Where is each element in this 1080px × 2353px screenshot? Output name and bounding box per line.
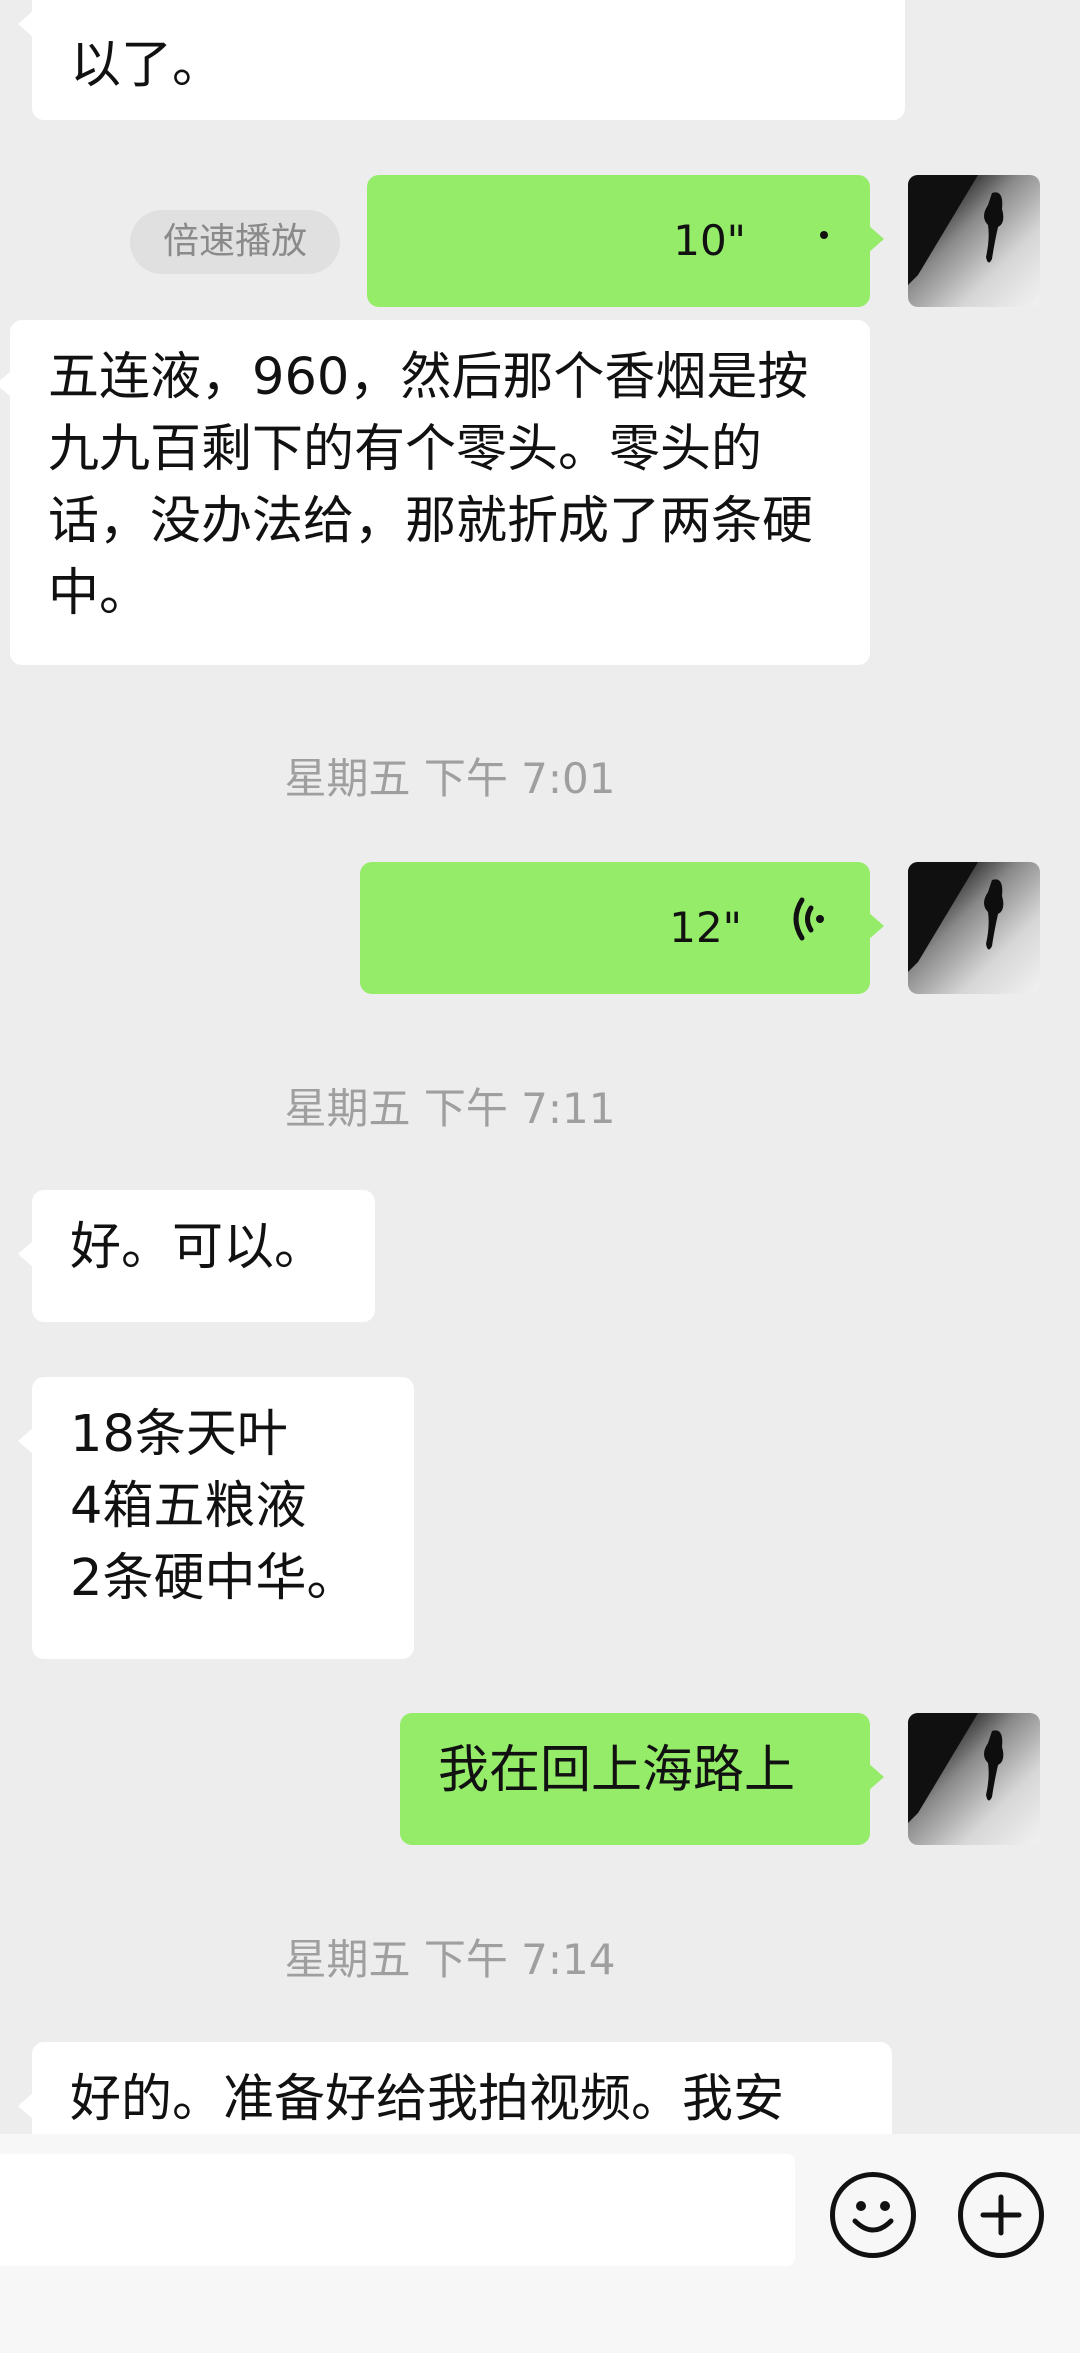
voice-duration: 10" [673,216,746,265]
speed-play-button[interactable]: 倍速播放 [130,210,340,274]
voice-wave-icon [792,205,832,277]
avatar-self[interactable] [908,175,1040,307]
message-line: 2条硬中华。 [70,1549,358,1608]
timestamp-text: 星期五 下午 7:11 [284,1084,616,1133]
voice-wave-icon [788,892,832,964]
smile-face-icon[interactable] [830,2172,916,2258]
message-bubble-incoming[interactable]: 五连液，960，然后那个香烟是按九九百剩下的有个零头。零头的话，没办法给，那就折… [0,320,870,665]
plus-circle-icon[interactable] [958,2172,1044,2258]
message-bubble-incoming[interactable]: 18条天叶 4箱五粮液 2条硬中华。 [18,1377,414,1659]
message-text: 五连液，960，然后那个香烟是按九九百剩下的有个零头。零头的话，没办法给，那就折… [48,348,814,623]
avatar-self[interactable] [908,1713,1040,1845]
message-text: 好的。准备好给我拍视频。我安 [70,2070,785,2129]
message-input[interactable] [0,2154,795,2266]
timestamp-text: 星期五 下午 7:14 [284,1935,616,1984]
speed-play-label: 倍速播放 [162,221,307,262]
message-line: 4箱五粮液 [70,1477,307,1536]
timestamp: 星期五 下午 7:14 [0,1926,900,1987]
timestamp: 星期五 下午 7:01 [0,745,900,806]
voice-duration: 12" [669,903,742,952]
message-bubble-incoming-partial[interactable]: 以了。 [18,0,905,120]
message-bubble-incoming[interactable]: 好。可以。 [18,1190,375,1322]
message-text: 我在回上海路上 [438,1741,796,1800]
timestamp: 星期五 下午 7:11 [0,1075,900,1136]
message-text: 好。可以。 [70,1218,326,1277]
timestamp-text: 星期五 下午 7:01 [284,754,616,803]
composer-bar [0,2134,1080,2353]
message-line: 18条天叶 [70,1405,288,1464]
avatar-self[interactable] [908,862,1040,994]
voice-message-outgoing[interactable]: 10" [367,175,884,307]
message-text: 以了。 [70,36,224,95]
voice-message-outgoing[interactable]: 12" [360,862,884,994]
message-bubble-outgoing[interactable]: 我在回上海路上 [400,1713,884,1845]
